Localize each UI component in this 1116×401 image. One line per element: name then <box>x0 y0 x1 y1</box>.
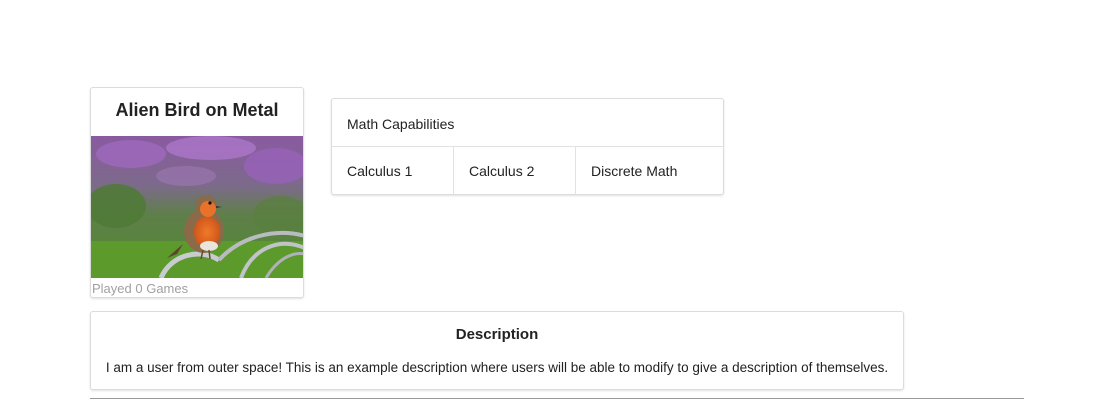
math-capability-discrete-math: Discrete Math <box>576 147 723 195</box>
math-capability-label: Calculus 2 <box>469 163 535 179</box>
bottom-divider <box>90 398 1024 399</box>
math-capability-label: Discrete Math <box>591 163 678 179</box>
math-capability-calculus-2: Calculus 2 <box>454 147 576 195</box>
description-card: Description I am a user from outer space… <box>90 311 904 390</box>
profile-name: Alien Bird on Metal <box>115 100 279 120</box>
math-capabilities-header: Math Capabilities <box>332 99 723 147</box>
profile-card: Alien Bird on Metal Played 0 Games <box>90 87 304 298</box>
description-title: Description <box>455 326 539 343</box>
math-capabilities-card: Math Capabilities Calculus 1 Calculus 2 … <box>331 98 724 195</box>
math-capability-label: Calculus 1 <box>347 163 413 179</box>
math-capability-calculus-1: Calculus 1 <box>332 147 454 195</box>
profile-photo <box>91 136 303 278</box>
math-capabilities-title: Math Capabilities <box>347 116 455 132</box>
description-text: I am a user from outer space! This is an… <box>105 360 889 375</box>
games-played-count: Played 0 Games <box>92 281 189 296</box>
